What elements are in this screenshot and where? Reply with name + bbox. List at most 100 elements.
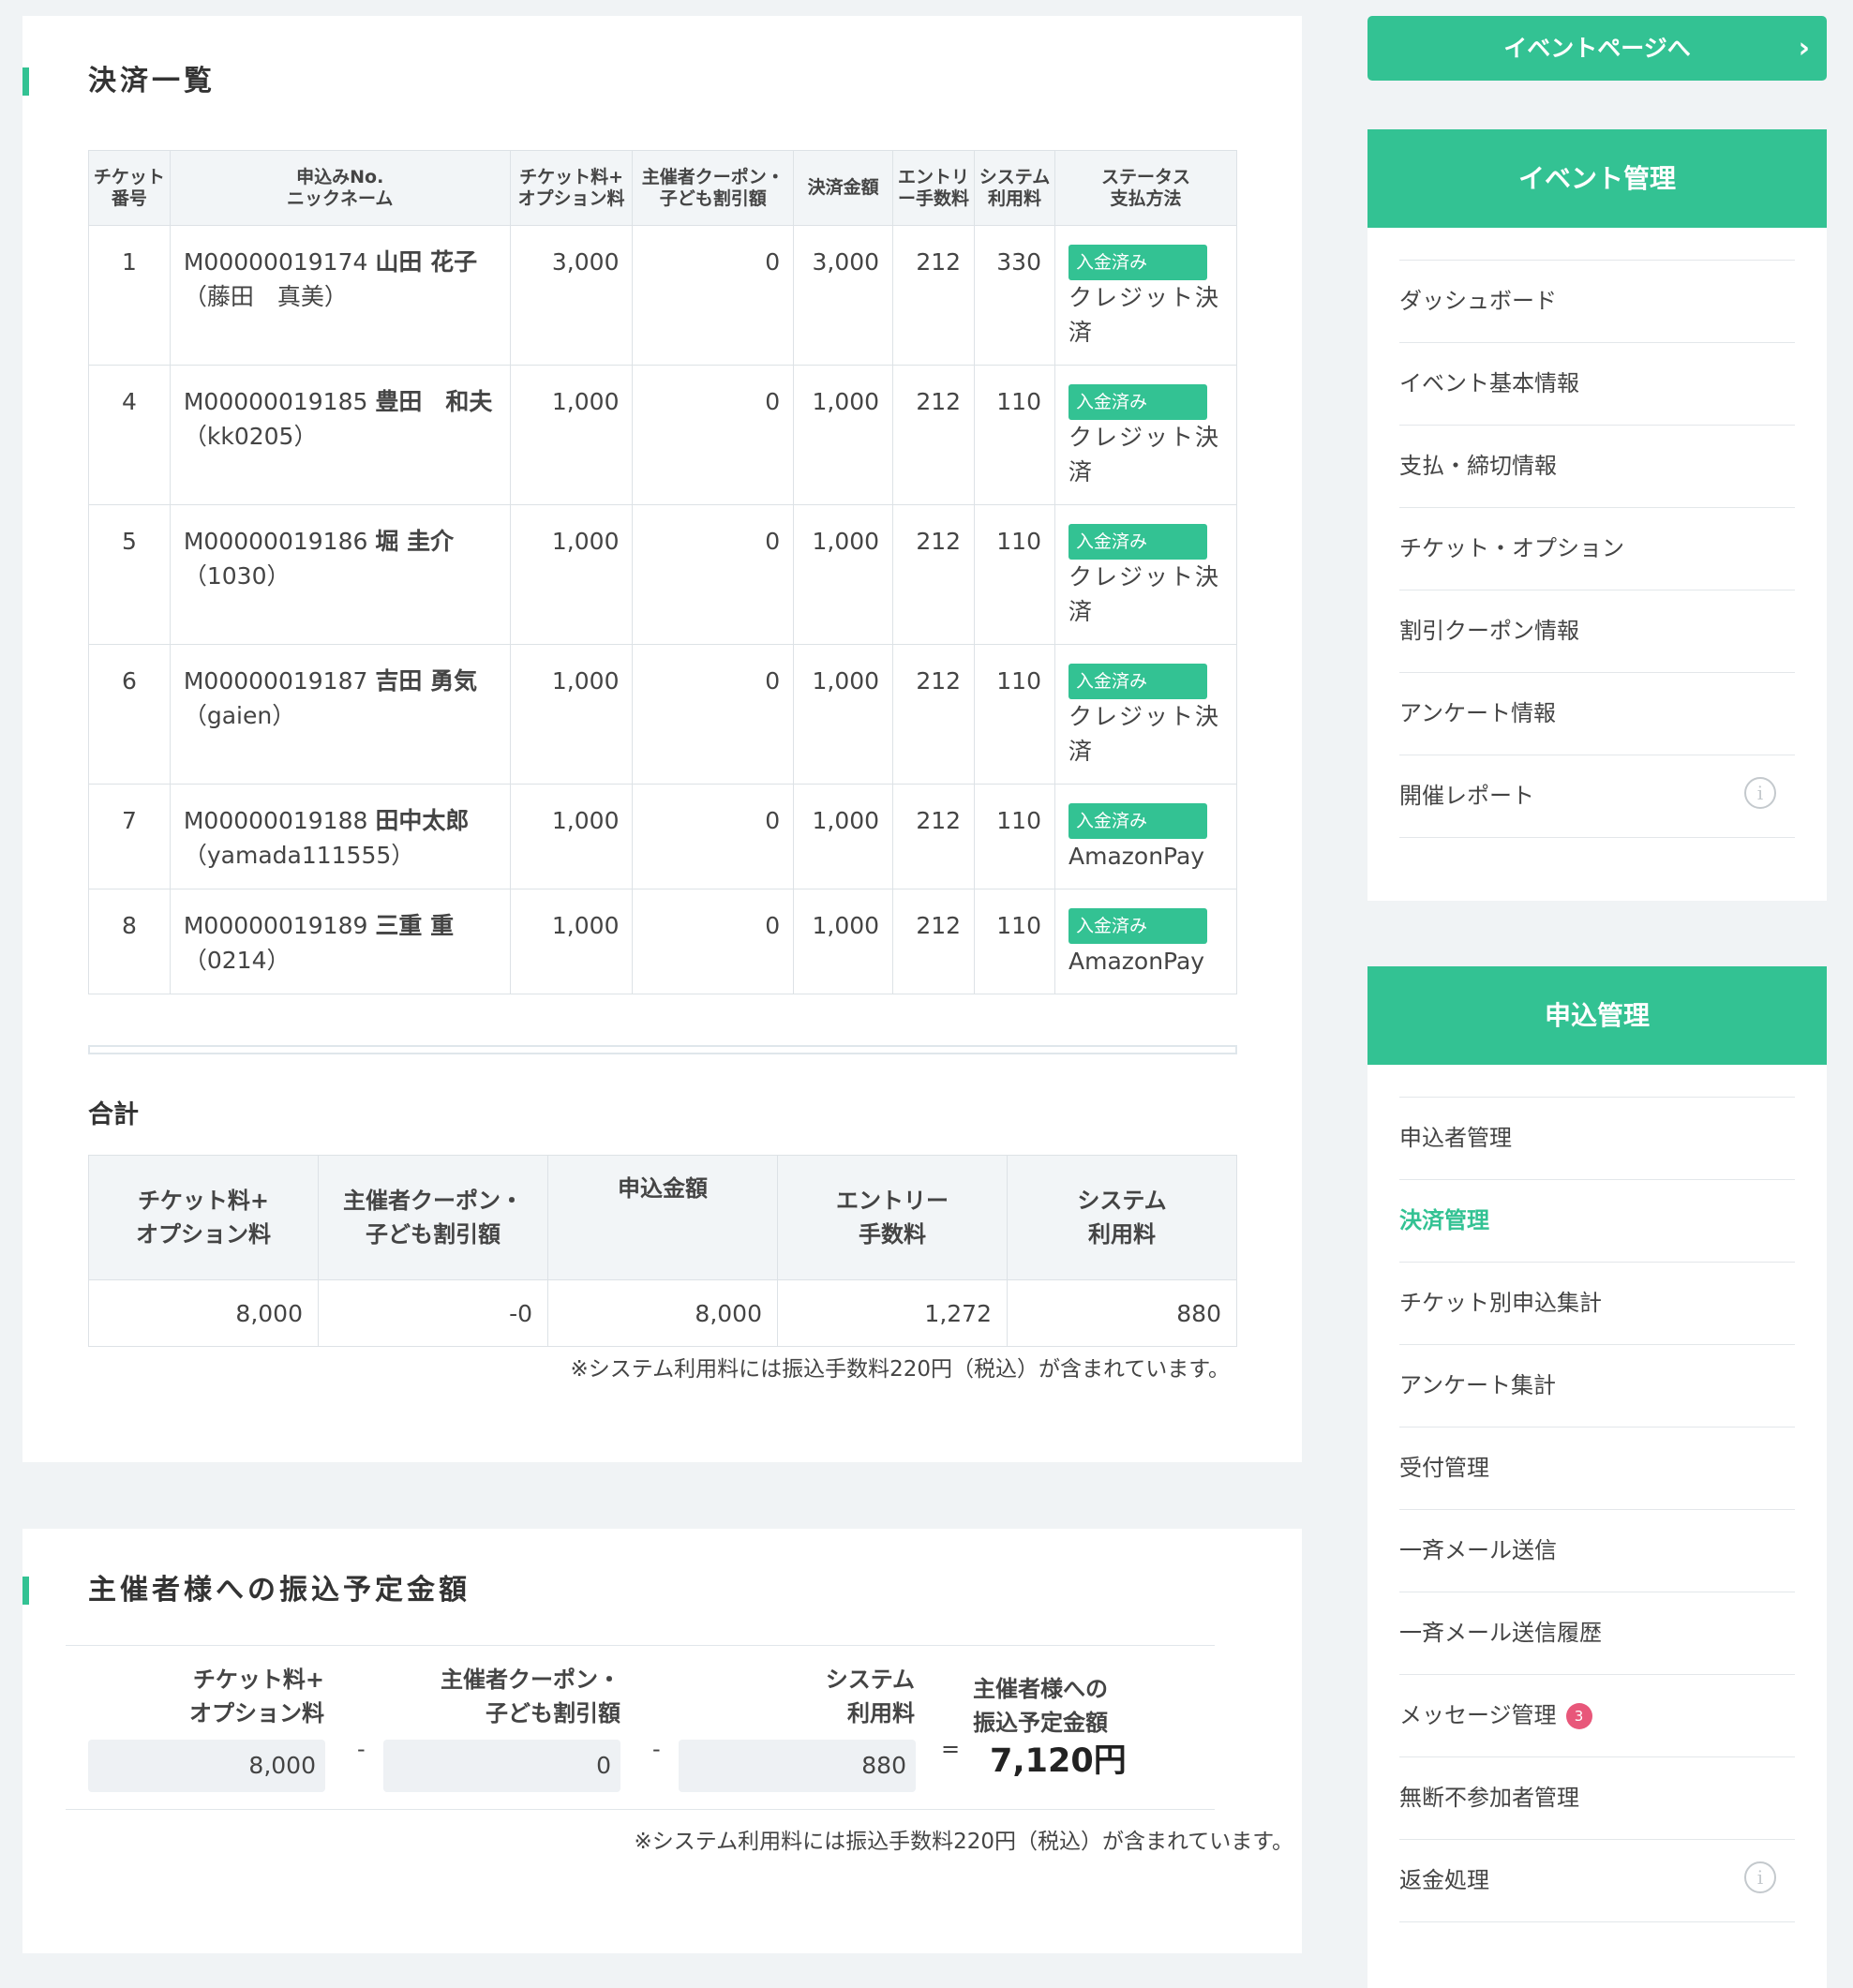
sidebar-item-event-info[interactable]: イベント基本情報 xyxy=(1399,343,1795,426)
application-cell: M00000019189 三重 重 （0214） xyxy=(169,889,511,994)
application-no[interactable]: M00000019188 xyxy=(184,807,368,834)
info-icon[interactable]: i xyxy=(1744,1861,1776,1893)
nickname: （1030） xyxy=(183,562,291,590)
application-cell: M00000019174 山田 花子 （藤田 真美） xyxy=(169,225,511,366)
system-fee: 110 xyxy=(974,784,1055,889)
paid-amount: 1,000 xyxy=(793,504,894,645)
summary-col-apply: 申込金額 xyxy=(547,1155,778,1280)
summary-col-coupon: 主催者クーポン・ 子ども割引額 xyxy=(318,1155,548,1280)
transfer-label-coupon: 主催者クーポン・ 子ども割引額 xyxy=(441,1667,620,1726)
payments-table: チケット 番号 申込みNo. ニックネーム チケット料+ オプション料 主催者ク… xyxy=(88,150,1237,994)
coupon-amount: 0 xyxy=(632,784,795,889)
status-badge: 入金済み xyxy=(1068,803,1207,839)
col-application-no: 申込みNo. ニックネーム xyxy=(169,150,511,226)
sidebar-item-report[interactable]: 開催レポート i xyxy=(1399,755,1795,838)
ticket-fee: 1,000 xyxy=(509,889,634,994)
sidebar-item-coupons[interactable]: 割引クーポン情報 xyxy=(1399,590,1795,673)
ticket-no: 6 xyxy=(88,644,171,785)
summary-title: 合計 xyxy=(88,1100,139,1129)
payments-header-row: チケット 番号 申込みNo. ニックネーム チケット料+ オプション料 主催者ク… xyxy=(88,150,1237,226)
col-system-fee: システム 利用料 xyxy=(974,150,1055,226)
coupon-amount: 0 xyxy=(632,889,795,994)
status-cell: 入金済み クレジット決済 xyxy=(1054,365,1237,505)
summary-header-row: チケット料+ オプション料 主催者クーポン・ 子ども割引額 申込金額 エントリー… xyxy=(88,1155,1237,1280)
transfer-section-title: 主催者様への振込予定金額 xyxy=(22,1574,471,1607)
ticket-fee: 3,000 xyxy=(509,225,634,366)
payment-method: AmazonPay xyxy=(1068,843,1205,870)
sidebar-item-messages[interactable]: メッセージ管理 3 xyxy=(1399,1675,1795,1757)
summary-system: 880 xyxy=(1007,1279,1237,1347)
sidebar-item-bulk-mail[interactable]: 一斉メール送信 xyxy=(1399,1510,1795,1592)
sidebar-item-payment-deadline[interactable]: 支払・締切情報 xyxy=(1399,426,1795,508)
col-ticket-fee: チケット料+ オプション料 xyxy=(509,150,634,226)
sidebar-item-survey[interactable]: アンケート情報 xyxy=(1399,673,1795,755)
ticket-fee: 1,000 xyxy=(509,784,634,889)
status-badge: 入金済み xyxy=(1068,384,1207,420)
ticket-no: 8 xyxy=(88,889,171,994)
sidebar-item-refund[interactable]: 返金処理 i xyxy=(1399,1840,1795,1922)
transfer-total-amount: 7,120円 xyxy=(990,1742,1127,1780)
table-row: 7 M00000019188 田中太郎 （yamada111555） 1,000… xyxy=(88,784,1237,889)
ticket-no: 1 xyxy=(88,225,171,366)
sidebar-item-dashboard[interactable]: ダッシュボード xyxy=(1399,261,1795,343)
sidebar-item-ticket-summary[interactable]: チケット別申込集計 xyxy=(1399,1263,1795,1345)
sidebar-item-survey-summary[interactable]: アンケート集計 xyxy=(1399,1345,1795,1427)
entry-fee: 212 xyxy=(892,365,976,505)
status-cell: 入金済み AmazonPay xyxy=(1054,784,1237,889)
summary-col-system: システム 利用料 xyxy=(1007,1155,1237,1280)
applicant-name: 山田 花子 xyxy=(375,248,478,276)
status-cell: 入金済み クレジット決済 xyxy=(1054,504,1237,645)
nickname: （yamada111555） xyxy=(183,842,415,869)
nickname: （gaien） xyxy=(183,702,296,729)
payments-section-title: 決済一覧 xyxy=(22,65,216,98)
event-page-button-label: イベントページへ xyxy=(1503,35,1691,62)
system-fee: 330 xyxy=(974,225,1055,366)
transfer-ticket-fee: 8,000 xyxy=(88,1740,325,1792)
application-no[interactable]: M00000019186 xyxy=(184,528,368,555)
application-no[interactable]: M00000019174 xyxy=(184,248,368,276)
paid-amount: 1,000 xyxy=(793,365,894,505)
application-cell: M00000019186 堀 圭介 （1030） xyxy=(169,504,511,645)
entry-fee: 212 xyxy=(892,889,976,994)
minus-sign: - xyxy=(357,1736,366,1762)
info-icon[interactable]: i xyxy=(1744,777,1776,809)
minus-sign: - xyxy=(652,1736,661,1762)
application-no[interactable]: M00000019189 xyxy=(184,912,368,939)
sidebar-item-applicants[interactable]: 申込者管理 xyxy=(1399,1098,1795,1180)
applicant-name: 吉田 勇気 xyxy=(375,667,478,695)
status-cell: 入金済み AmazonPay xyxy=(1054,889,1237,994)
application-cell: M00000019185 豊田 和夫 （kk0205） xyxy=(169,365,511,505)
sidebar-item-label: 返金処理 xyxy=(1399,1867,1489,1893)
status-badge: 入金済み xyxy=(1068,664,1207,699)
coupon-amount: 0 xyxy=(632,644,795,785)
paid-amount: 1,000 xyxy=(793,889,894,994)
col-ticket-no: チケット 番号 xyxy=(88,150,171,226)
application-no[interactable]: M00000019187 xyxy=(184,667,368,695)
sidebar-item-tickets[interactable]: チケット・オプション xyxy=(1399,508,1795,590)
application-management-menu: 申込者管理 決済管理 チケット別申込集計 アンケート集計 受付管理 一斉メール送… xyxy=(1399,1097,1795,1922)
payments-card: 決済一覧 チケット 番号 申込みNo. ニックネーム チケット料+ オプション料… xyxy=(22,16,1302,1462)
paid-amount: 1,000 xyxy=(793,784,894,889)
transfer-label-total: 主催者様への 振込予定金額 xyxy=(973,1676,1108,1736)
paid-amount: 3,000 xyxy=(793,225,894,366)
ticket-fee: 1,000 xyxy=(509,365,634,505)
sidebar-item-reception[interactable]: 受付管理 xyxy=(1399,1427,1795,1510)
table-row: 5 M00000019186 堀 圭介 （1030） 1,000 0 1,000… xyxy=(88,504,1237,645)
sidebar-item-bulk-mail-history[interactable]: 一斉メール送信履歴 xyxy=(1399,1592,1795,1675)
event-page-button[interactable]: イベントページへ › xyxy=(1367,16,1827,81)
table-row: 1 M00000019174 山田 花子 （藤田 真美） 3,000 0 3,0… xyxy=(88,225,1237,366)
status-cell: 入金済み クレジット決済 xyxy=(1054,644,1237,785)
sidebar-item-no-show[interactable]: 無断不参加者管理 xyxy=(1399,1757,1795,1840)
transfer-note: ※システム利用料には振込手数料220円（税込）が含まれています。 xyxy=(634,1830,1294,1854)
nickname: （藤田 真美） xyxy=(183,283,348,310)
summary-note: ※システム利用料には振込手数料220円（税込）が含まれています。 xyxy=(570,1357,1231,1382)
system-fee: 110 xyxy=(974,504,1055,645)
payment-method: クレジット決済 xyxy=(1068,703,1221,765)
sidebar-item-payments[interactable]: 決済管理 xyxy=(1399,1180,1795,1263)
application-no[interactable]: M00000019185 xyxy=(184,388,368,415)
ticket-fee: 1,000 xyxy=(509,504,634,645)
applicant-name: 堀 圭介 xyxy=(375,528,455,555)
status-badge: 入金済み xyxy=(1068,908,1207,944)
transfer-system: 880 xyxy=(679,1740,916,1792)
summary-coupon: -0 xyxy=(318,1279,548,1347)
